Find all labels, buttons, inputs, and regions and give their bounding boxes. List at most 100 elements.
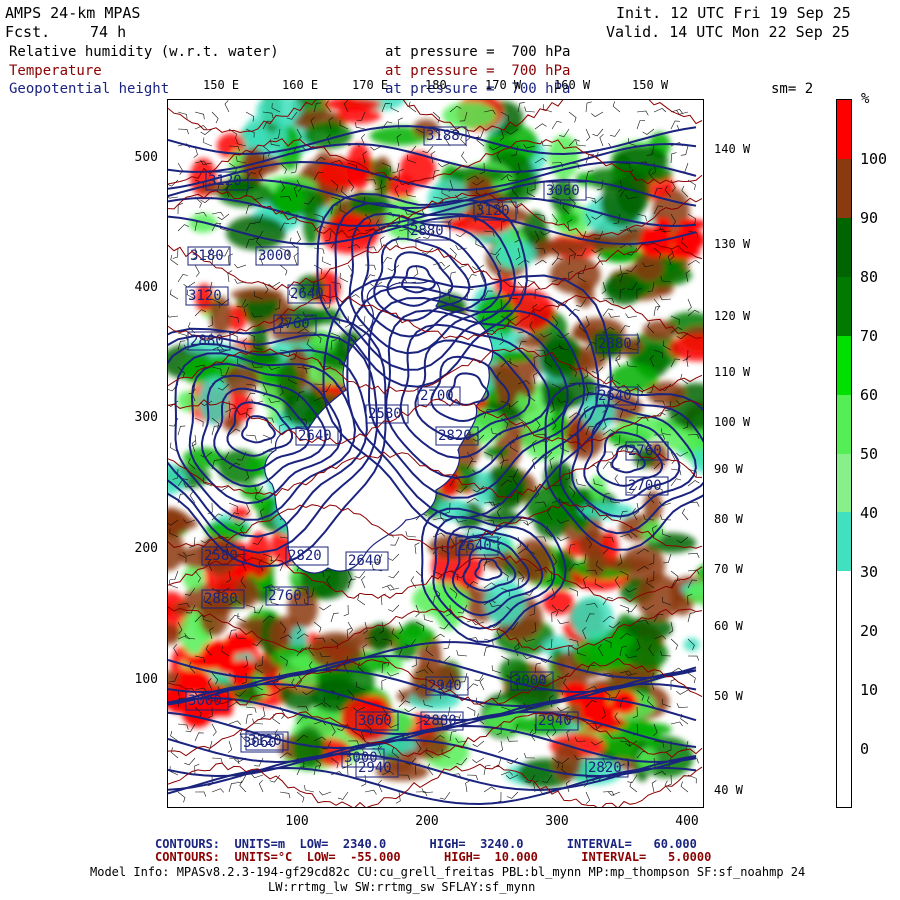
- contour-label: 3060: [543, 181, 587, 201]
- contour-label: 3000: [255, 246, 299, 266]
- contour-label: 2820: [435, 426, 479, 446]
- contour-label: 2880: [407, 221, 451, 241]
- contour-label: 3120: [205, 171, 249, 191]
- contour-label-text: 2580: [204, 548, 238, 564]
- field-geo-name: Geopotential height: [9, 81, 170, 97]
- colorbar-label: 40: [860, 504, 879, 522]
- humidity-patch: [549, 410, 569, 439]
- contour-label-text: 2640: [290, 286, 324, 302]
- humidity-patch: [442, 101, 497, 129]
- model-info-line2: LW:rrtmg_lw SW:rrtmg_sw SFLAY:sf_mynn: [268, 880, 536, 894]
- contour-label-text: 2880: [598, 336, 632, 352]
- contour-label: 2760: [273, 314, 317, 334]
- contour-label-text: 2880: [423, 713, 457, 729]
- forecast-label: Fcst.: [5, 23, 51, 41]
- contour-label: 2580: [201, 546, 245, 566]
- contour-label: 2640: [345, 551, 389, 571]
- contour-label: 2640: [287, 284, 331, 304]
- contour-label: 2760: [265, 586, 309, 606]
- contour-label: 2880: [187, 331, 231, 351]
- lon-top-label: 170 W: [485, 78, 522, 92]
- lon-right-label: 130 W: [714, 237, 751, 251]
- field-temp-pressure: at pressure = 700 hPa: [385, 63, 571, 79]
- smoothing-label: sm= 2: [771, 81, 814, 97]
- lon-top-label: 180: [425, 78, 447, 92]
- contour-label: 2940: [355, 758, 399, 778]
- valid-time: Valid. 14 UTC Mon 22 Sep 25: [606, 23, 850, 41]
- contour-label: 3000: [185, 691, 229, 711]
- lon-right-label: 90 W: [714, 462, 743, 476]
- colorbar-segment: [837, 689, 851, 749]
- lon-right-label: 100 W: [714, 415, 751, 429]
- contour-label: 3120: [473, 201, 517, 221]
- contour-label-text: 2820: [438, 428, 472, 444]
- contour-label-text: 3060: [243, 735, 277, 751]
- contour-label-text: 3120: [188, 288, 222, 304]
- contour-label: 2940: [425, 676, 469, 696]
- colorbar-segment: [837, 394, 851, 454]
- humidity-patch: [618, 722, 672, 737]
- colorbar-segment: [837, 571, 851, 631]
- colorbar-segment: [837, 158, 851, 219]
- contour-label: 2640: [595, 386, 639, 406]
- contour-label-text: 2640: [348, 553, 382, 569]
- contour-label-text: 3000: [188, 693, 222, 709]
- humidity-patch: [627, 638, 668, 670]
- contour-label: 3180: [187, 246, 231, 266]
- humidity-patch: [519, 373, 536, 398]
- colorbar-segment: [837, 100, 851, 160]
- contour-label-text: 2760: [268, 588, 302, 604]
- x-tick-label: 300: [545, 814, 569, 829]
- model-info-line1: Model Info: MPASv8.2.3-194-gf29cd82c CU:…: [90, 865, 806, 879]
- lon-right-label: 60 W: [714, 619, 743, 633]
- contour-label: 3188: [423, 126, 467, 146]
- contour-label-text: 3060: [546, 183, 580, 199]
- contour-label-text: 2700: [628, 478, 662, 494]
- humidity-patch: [683, 637, 700, 652]
- contour-label: 2820: [585, 758, 629, 778]
- humidity-patch: [633, 252, 664, 282]
- humidity-patch: [230, 288, 284, 301]
- map-plot-area[interactable]: 3188 3120 3060 3120 3180 3000 3120 2880 2760 2700…: [167, 99, 704, 808]
- lon-right-label: 40 W: [714, 783, 743, 797]
- x-tick-label: 100: [285, 814, 309, 829]
- contour-label: 2880: [201, 589, 245, 609]
- model-title: AMPS 24-km MPAS: [5, 4, 141, 22]
- humidity-patch: [626, 615, 673, 641]
- contour-label: 3060: [355, 711, 399, 731]
- contour-label-text: 3180: [190, 248, 224, 264]
- lon-right-label: 110 W: [714, 365, 751, 379]
- humidity-patch: [542, 590, 575, 616]
- field-temp-name: Temperature: [9, 63, 102, 79]
- colorbar: [836, 99, 852, 808]
- contour-label: 2880: [420, 711, 464, 731]
- lon-top-label: 150 E: [203, 78, 240, 92]
- humidity-patch: [223, 416, 242, 433]
- contour-label-text: 2940: [358, 760, 392, 776]
- lon-right-label: 140 W: [714, 142, 751, 156]
- contour-label: 2640: [295, 426, 339, 446]
- colorbar-label: 100: [860, 150, 888, 168]
- contour-label-text: 2640: [598, 388, 632, 404]
- colorbar-unit: %: [861, 91, 870, 107]
- contour-label: 3120: [185, 286, 229, 306]
- humidity-patch: [346, 143, 372, 190]
- lon-right-label: 70 W: [714, 562, 743, 576]
- contour-label: 2760: [625, 441, 669, 461]
- contour-label-text: 3188: [426, 128, 460, 144]
- humidity-patch: [320, 214, 379, 254]
- contour-label: 3060: [240, 733, 284, 753]
- y-tick-label: 300: [134, 410, 158, 425]
- colorbar-label: 0: [860, 740, 870, 758]
- contour-label-text: 2940: [538, 713, 572, 729]
- contour-label: 2580: [365, 404, 409, 424]
- lon-top-label: 160 E: [282, 78, 319, 92]
- map-canvas: 3188 3120 3060 3120 3180 3000 3120 2880 2760 2700…: [168, 100, 703, 807]
- humidity-patch: [226, 215, 286, 251]
- contour-label-text: 2580: [368, 406, 402, 422]
- colorbar-label: 30: [860, 563, 879, 581]
- contour-label-text: 3060: [358, 713, 392, 729]
- colorbar-segment: [837, 335, 851, 396]
- lon-right-label: 80 W: [714, 512, 743, 526]
- contour-label-text: 2880: [204, 591, 238, 607]
